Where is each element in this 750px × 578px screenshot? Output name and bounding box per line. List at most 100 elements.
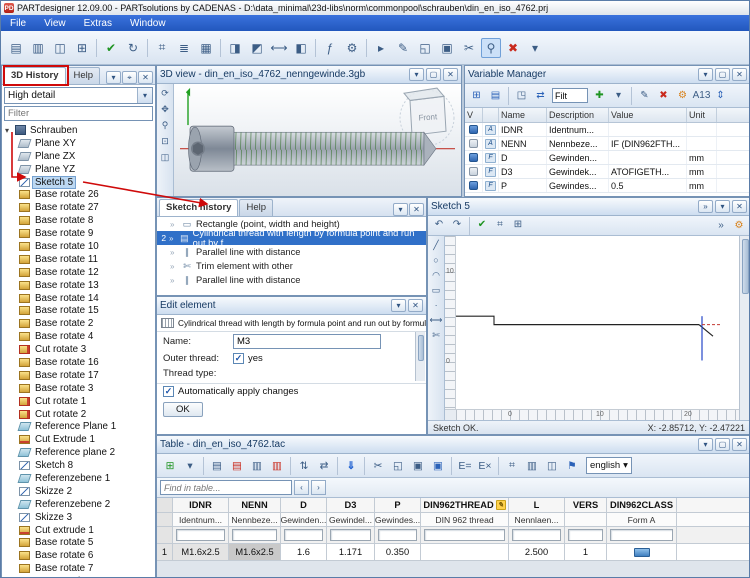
grid-view-icon[interactable]: ▦ <box>196 38 216 58</box>
save-table-icon[interactable]: ◫ <box>543 457 561 475</box>
column-header[interactable]: D <box>281 498 327 513</box>
find-previous-button[interactable]: ‹ <box>294 480 309 495</box>
column-header[interactable]: L <box>509 498 565 513</box>
variable-manager-titlebar[interactable]: Variable Manager ▾ ▢ ✕ <box>465 66 750 84</box>
formula-variable-icon[interactable] <box>469 139 478 148</box>
tree-item[interactable]: Base rotate 27 <box>2 201 155 214</box>
variable-value[interactable]: IF (DIN962FTH... <box>609 137 687 150</box>
tree-item[interactable]: Skizze 3 <box>2 511 155 524</box>
insert-column-icon[interactable]: ▥ <box>248 457 266 475</box>
nenn-cell[interactable]: M1.6x2.5 <box>229 544 281 561</box>
column-filter-input[interactable] <box>176 529 225 541</box>
column-filter-input[interactable] <box>378 529 417 541</box>
edit-variable-icon[interactable]: ✎ <box>636 87 653 104</box>
tab-sketch-history[interactable]: Sketch history <box>159 199 238 216</box>
tree-item[interactable]: Base rotate 5 <box>2 537 155 550</box>
value-variable-icon[interactable] <box>469 153 478 162</box>
variable-settings-icon[interactable]: ⚙ <box>674 87 691 104</box>
sketch-overflow-icon[interactable]: » <box>713 218 729 234</box>
delete-icon[interactable]: ✖ <box>503 38 523 58</box>
column-header[interactable]: DIN962THREAD <box>421 498 509 513</box>
cut-icon[interactable]: ✂ <box>459 38 479 58</box>
table-data-row[interactable]: 1 M1.6x2.5 M1.6x2.5 1.6 1.171 0.350 2.50… <box>157 544 750 561</box>
panel-menu-button[interactable]: ▾ <box>409 68 424 81</box>
formula-variable-icon[interactable] <box>469 167 478 176</box>
p-cell[interactable]: 0.350 <box>375 544 421 561</box>
tab-help[interactable]: Help <box>239 199 273 216</box>
close-button[interactable]: ✕ <box>408 299 423 312</box>
open-project-icon[interactable]: ▥ <box>28 38 48 58</box>
panel-menu-button[interactable]: ▾ <box>106 71 121 84</box>
export-variables-icon[interactable]: ◳ <box>513 87 530 104</box>
tree-item[interactable]: Sketch 8 <box>2 459 155 472</box>
insert-row-icon[interactable]: ▤ <box>208 457 226 475</box>
tree-item[interactable]: Plane YZ <box>2 163 155 176</box>
tree-root[interactable]: Schrauben <box>2 124 155 137</box>
paste-icon[interactable]: ▣ <box>437 38 457 58</box>
tree-item[interactable]: Base rotate 4 <box>2 330 155 343</box>
tree-item[interactable]: Reference plane 2 <box>2 446 155 459</box>
tab-3d-history[interactable]: 3D History <box>4 67 66 84</box>
delete-row-icon[interactable]: ▤ <box>228 457 246 475</box>
variables-icon[interactable]: ƒ <box>320 38 340 58</box>
point-tool-icon[interactable]: ∙ <box>429 298 444 312</box>
menu-view[interactable]: View <box>35 15 75 31</box>
maximize-button[interactable]: ▢ <box>715 438 730 451</box>
find-next-button[interactable]: › <box>311 480 326 495</box>
close-button[interactable]: ✕ <box>409 203 424 216</box>
scrollbar-thumb[interactable] <box>742 239 749 294</box>
dimension-tool-icon[interactable]: ⟷ <box>429 313 444 327</box>
sketch-settings-icon[interactable]: ⚙ <box>731 218 747 234</box>
tree-item[interactable]: Cut rotate 1 <box>2 395 155 408</box>
d3-cell[interactable]: 1.171 <box>327 544 375 561</box>
column-header[interactable]: VERS <box>565 498 607 513</box>
zoom-view-icon[interactable]: ⚲ <box>158 118 173 133</box>
refresh-icon[interactable]: ↻ <box>123 38 143 58</box>
formula-e-icon[interactable]: E= <box>456 457 474 475</box>
view3d-titlebar[interactable]: 3D view - din_en_iso_4762_nenngewinde.3g… <box>157 66 461 84</box>
tree-item[interactable]: Base rotate 16 <box>2 356 155 369</box>
tree-item[interactable]: Referenzebene 1 <box>2 472 155 485</box>
column-header[interactable]: IDNR <box>173 498 229 513</box>
pin-button[interactable]: ⌖ <box>122 71 137 84</box>
auto-apply-checkbox[interactable] <box>163 386 174 397</box>
tab-help[interactable]: Help <box>67 67 101 84</box>
panel-menu-button[interactable]: ▾ <box>698 68 713 81</box>
apply-table-icon[interactable]: ⇓ <box>342 457 360 475</box>
panel-menu-button[interactable]: ▾ <box>715 200 730 213</box>
close-button[interactable]: ✕ <box>443 68 458 81</box>
column-filter-input[interactable] <box>512 529 561 541</box>
new-line-icon[interactable]: ⊞ <box>161 457 179 475</box>
tree-item[interactable]: Cut Extrude 1 <box>2 433 155 446</box>
expander-icon[interactable] <box>5 126 13 135</box>
column-filter-input[interactable] <box>330 529 371 541</box>
save-project-icon[interactable]: ◫ <box>50 38 70 58</box>
table-titlebar[interactable]: Table - din_en_iso_4762.tac ▾ ▢ ✕ <box>157 436 750 454</box>
settings-icon[interactable]: ⚙ <box>342 38 362 58</box>
variable-row[interactable]: A NENN Nennbeze... IF (DIN962FTH... <box>465 137 750 151</box>
variable-row[interactable]: A IDNR Identnum... <box>465 123 750 137</box>
edit-sketch-icon[interactable]: ✎ <box>393 38 413 58</box>
snap-toggle-icon[interactable]: ⊞ <box>510 217 526 233</box>
outer-thread-checkbox[interactable] <box>233 353 244 364</box>
variable-row[interactable]: F P Gewindes... 0.5 mm <box>465 179 750 193</box>
din962thread-cell[interactable] <box>421 544 509 561</box>
tree-item[interactable]: Base rotate 6 <box>2 549 155 562</box>
chevron-down-icon[interactable]: ▾ <box>137 88 152 103</box>
column-filter-input[interactable] <box>424 529 505 541</box>
redo-icon[interactable]: ↷ <box>449 217 465 233</box>
language-select[interactable]: english ▾ <box>586 457 632 474</box>
panel-menu-button[interactable]: ▾ <box>698 438 713 451</box>
sketch-canvas[interactable] <box>456 236 739 409</box>
undo-icon[interactable]: ↶ <box>431 217 447 233</box>
column-filter-input[interactable] <box>232 529 277 541</box>
line-menu-icon[interactable]: ▾ <box>181 457 199 475</box>
column-header[interactable]: DIN962CLASS <box>607 498 677 513</box>
sketch-history-row[interactable]: ∥Parallel line with distance <box>157 273 426 287</box>
value-variable-icon[interactable] <box>469 181 478 190</box>
cut-icon[interactable]: ✂ <box>369 457 387 475</box>
menu-extras[interactable]: Extras <box>75 15 121 31</box>
copy-icon[interactable]: ◱ <box>389 457 407 475</box>
tree-item[interactable]: Plane XY <box>2 137 155 150</box>
measure-icon[interactable]: ⟷ <box>269 38 289 58</box>
